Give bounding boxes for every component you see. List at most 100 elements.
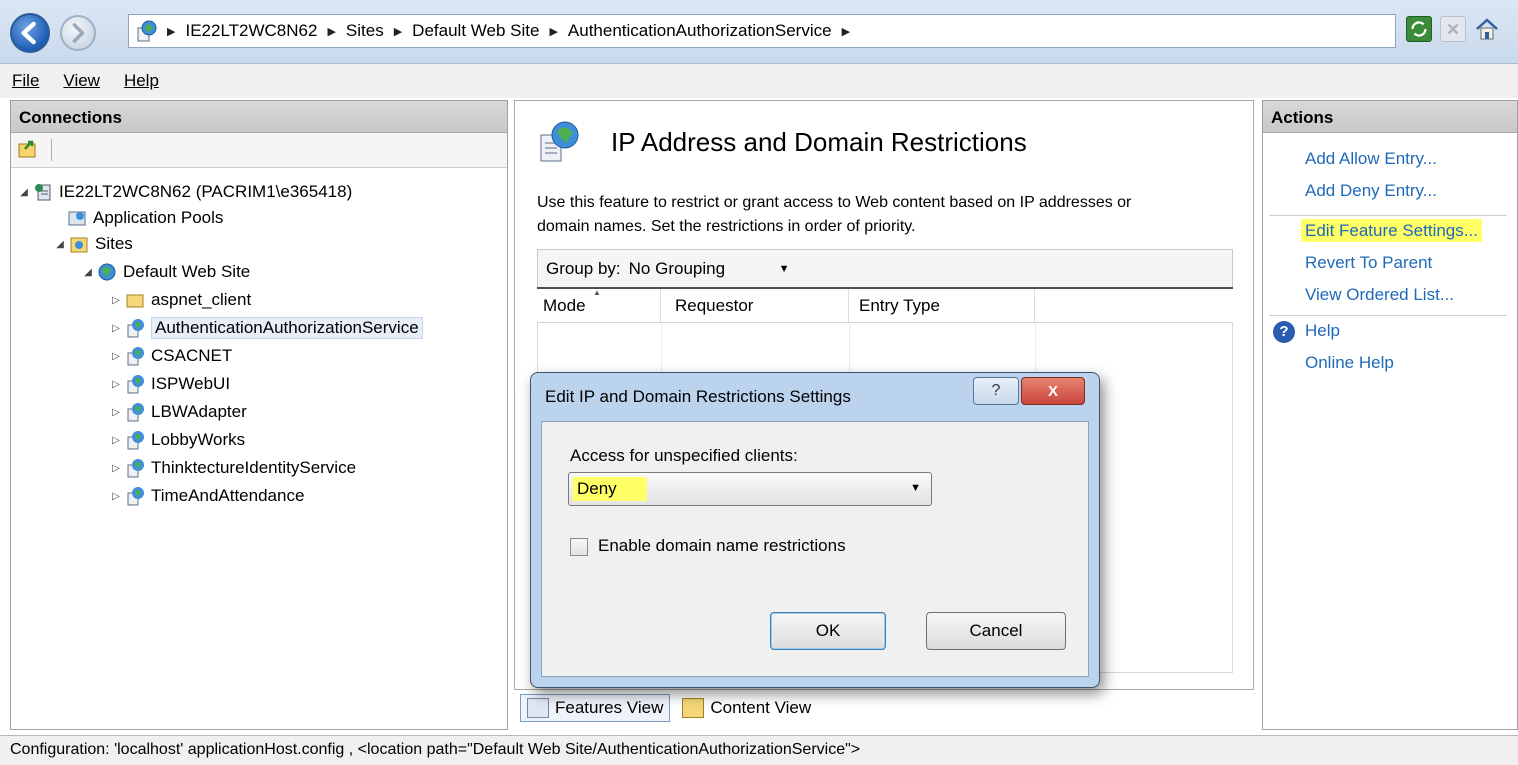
toolbar-divider: [51, 139, 52, 161]
column-mode[interactable]: Mode ▲: [537, 288, 661, 322]
question-icon: ?: [991, 382, 1001, 399]
tree-default-site[interactable]: ◢ Default Web Site: [83, 259, 250, 285]
group-by-value: No Grouping: [628, 258, 726, 278]
web-app-icon: [125, 318, 145, 338]
help-icon: ?: [1273, 321, 1295, 343]
group-by-label: Group by:: [546, 258, 621, 278]
dialog-title: Edit IP and Domain Restrictions Settings: [545, 387, 851, 406]
tree-app-lobbyworks[interactable]: ▷ LobbyWorks: [111, 427, 245, 453]
dropdown-arrow-icon: ▼: [910, 482, 921, 494]
expand-arrow-icon[interactable]: ◢: [55, 239, 65, 250]
online-help-link[interactable]: Online Help: [1305, 353, 1394, 373]
content-view-tab[interactable]: Content View: [676, 695, 817, 721]
dialog-close-button[interactable]: X: [1021, 377, 1085, 405]
dialog-help-button[interactable]: ?: [973, 377, 1019, 405]
revert-to-parent-link[interactable]: Revert To Parent: [1305, 253, 1432, 273]
web-app-icon: [125, 458, 145, 478]
actions-divider: [1269, 315, 1507, 316]
server-node-label: IE22LT2WC8N62 (PACRIM1\e365418): [59, 182, 353, 201]
actions-title: Actions: [1263, 101, 1517, 133]
column-requestor-label: Requestor: [675, 295, 754, 315]
menu-file[interactable]: File: [12, 71, 39, 91]
web-app-icon: [125, 374, 145, 394]
collapse-arrow-icon[interactable]: ▷: [111, 491, 121, 502]
content-view-icon: [682, 698, 705, 718]
menu-help[interactable]: Help: [124, 71, 159, 91]
collapse-arrow-icon[interactable]: ▷: [111, 351, 121, 362]
app-label: LBWAdapter: [151, 402, 247, 421]
features-view-tab[interactable]: Features View: [520, 694, 671, 722]
domain-restrictions-checkbox[interactable]: [570, 538, 588, 556]
description-line-1: Use this feature to restrict or grant ac…: [537, 194, 1132, 211]
default-site-label: Default Web Site: [123, 262, 251, 281]
tree-app-lbwadapter[interactable]: ▷ LBWAdapter: [111, 399, 247, 425]
column-entry-type-label: Entry Type: [859, 295, 940, 315]
description-line-2: domain names. Set the restrictions in or…: [537, 218, 916, 235]
breadcrumb-app[interactable]: AuthenticationAuthorizationService: [568, 21, 832, 41]
tree-app-authentication-authorization-service[interactable]: ▷ AuthenticationAuthorizationService: [111, 315, 423, 341]
connect-icon[interactable]: [17, 139, 39, 159]
help-link[interactable]: Help: [1305, 321, 1340, 341]
folder-icon: [125, 290, 145, 310]
tree-app-timeandattendance[interactable]: ▷ TimeAndAttendance: [111, 483, 304, 509]
address-toolbar: ▶ IE22LT2WC8N62 ▶ Sites ▶ Default Web Si…: [0, 0, 1518, 64]
forward-button[interactable]: [60, 15, 96, 51]
cancel-button[interactable]: Cancel: [926, 612, 1066, 650]
back-button[interactable]: [10, 13, 50, 53]
add-deny-entry-link[interactable]: Add Deny Entry...: [1305, 181, 1437, 201]
collapse-arrow-icon[interactable]: ▷: [111, 295, 121, 306]
column-entry-type[interactable]: Entry Type: [849, 289, 1035, 322]
view-ordered-list-link[interactable]: View Ordered List...: [1305, 285, 1454, 305]
server-icon: [33, 182, 53, 202]
tree-app-aspnet-client[interactable]: ▷ aspnet_client: [111, 287, 251, 313]
sort-asc-icon: ▲: [593, 288, 601, 297]
breadcrumb-default-site[interactable]: Default Web Site: [412, 21, 539, 41]
tree-server-node[interactable]: ◢ IE22LT2WC8N62 (PACRIM1\e365418): [19, 179, 352, 205]
app-label-selected: AuthenticationAuthorizationService: [151, 317, 423, 339]
ok-button[interactable]: OK: [770, 612, 886, 650]
collapse-arrow-icon[interactable]: ▷: [111, 407, 121, 418]
expand-arrow-icon[interactable]: ◢: [83, 267, 93, 278]
status-bar: Configuration: 'localhost' applicationHo…: [0, 735, 1518, 765]
features-view-label: Features View: [555, 698, 664, 717]
menu-bar: File View Help: [0, 64, 1518, 98]
access-label: Access for unspecified clients:: [570, 446, 798, 465]
collapse-arrow-icon[interactable]: ▷: [111, 379, 121, 390]
add-allow-entry-link[interactable]: Add Allow Entry...: [1305, 149, 1437, 169]
tree-app-ispwebui[interactable]: ▷ ISPWebUI: [111, 371, 230, 397]
domain-restrictions-label: Enable domain name restrictions: [598, 536, 846, 555]
web-app-icon: [125, 430, 145, 450]
collapse-arrow-icon[interactable]: ▷: [111, 463, 121, 474]
breadcrumb-server[interactable]: IE22LT2WC8N62: [185, 21, 317, 41]
app-label: aspnet_client: [151, 290, 252, 309]
edit-feature-settings-link[interactable]: Edit Feature Settings...: [1301, 219, 1482, 242]
breadcrumb-sites[interactable]: Sites: [346, 21, 384, 41]
access-select[interactable]: Deny ▼: [568, 472, 932, 506]
stop-icon[interactable]: [1440, 16, 1466, 42]
connections-panel: Connections ◢ IE22LT2WC8N62 (PACRIM1\e36…: [10, 100, 508, 730]
site-globe-icon: [135, 20, 157, 42]
close-icon: X: [1047, 382, 1058, 400]
tree-app-thinktecture[interactable]: ▷ ThinktectureIdentityService: [111, 455, 356, 481]
edit-feature-settings-label: Edit Feature Settings...: [1301, 219, 1482, 242]
address-bar[interactable]: ▶ IE22LT2WC8N62 ▶ Sites ▶ Default Web Si…: [128, 14, 1396, 48]
column-requestor[interactable]: Requestor: [661, 289, 849, 322]
app-label: LobbyWorks: [151, 430, 246, 449]
refresh-icon[interactable]: [1406, 16, 1432, 42]
home-icon[interactable]: [1474, 16, 1500, 42]
tree-sites[interactable]: ◢ Sites: [55, 231, 133, 257]
collapse-arrow-icon[interactable]: ▷: [111, 435, 121, 446]
back-arrow-icon: [21, 21, 36, 45]
sites-label: Sites: [95, 234, 133, 253]
collapse-arrow-icon[interactable]: ▷: [111, 323, 121, 334]
group-by-select[interactable]: No Grouping ▼: [629, 259, 790, 279]
app-label: ISPWebUI: [151, 374, 231, 393]
column-mode-label: Mode: [543, 295, 586, 315]
feature-title: IP Address and Domain Restrictions: [611, 127, 1027, 157]
tree-app-pools[interactable]: Application Pools: [67, 205, 223, 231]
forward-arrow-icon: [72, 23, 85, 43]
expand-arrow-icon[interactable]: ◢: [19, 187, 29, 198]
menu-view[interactable]: View: [63, 71, 100, 91]
tree-app-csacnet[interactable]: ▷ CSACNET: [111, 343, 232, 369]
edit-settings-dialog: Edit IP and Domain Restrictions Settings…: [530, 372, 1100, 688]
